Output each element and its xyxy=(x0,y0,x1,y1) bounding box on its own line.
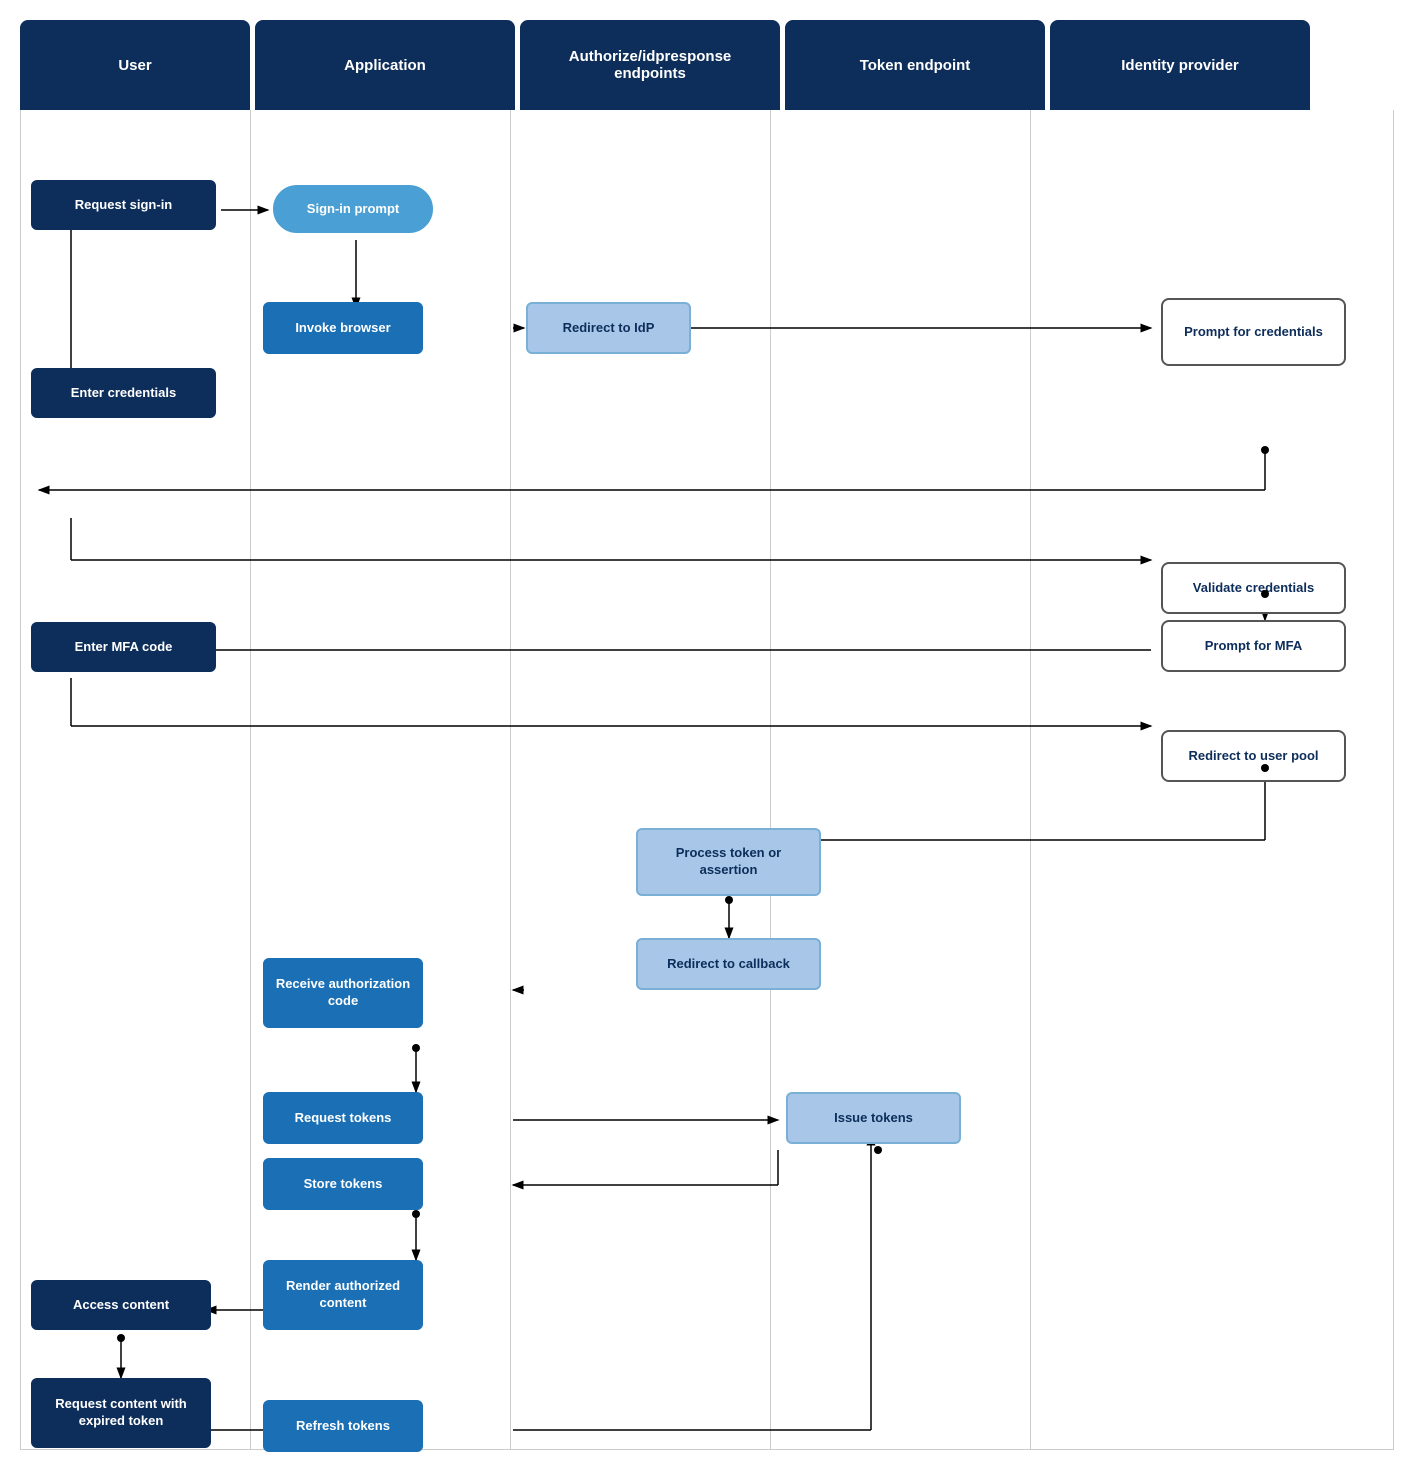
access-content-box: Access content xyxy=(31,1280,211,1330)
request-signin-box: Request sign-in xyxy=(31,180,216,230)
signin-prompt-box: Sign-in prompt xyxy=(273,185,433,233)
store-tokens-box: Store tokens xyxy=(263,1158,423,1210)
request-expired-box: Request content with expired token xyxy=(31,1378,211,1448)
prompt-mfa-box: Prompt for MFA xyxy=(1161,620,1346,672)
column-headers: User Application Authorize/idpresponse e… xyxy=(20,20,1394,110)
dot-validate-cred xyxy=(1261,590,1269,598)
dot-process-token xyxy=(725,896,733,904)
dot-prompt-cred xyxy=(1261,446,1269,454)
enter-credentials-box: Enter credentials xyxy=(31,368,216,418)
lane-token xyxy=(771,110,1031,1449)
issue-tokens-box: Issue tokens xyxy=(786,1092,961,1144)
receive-auth-code-box: Receive authorization code xyxy=(263,958,423,1028)
redirect-callback-box: Redirect to callback xyxy=(636,938,821,990)
dot-redirect-pool xyxy=(1261,764,1269,772)
render-authorized-box: Render authorized content xyxy=(263,1260,423,1330)
lane-user xyxy=(21,110,251,1449)
diagram-body: Request sign-in Enter credentials Enter … xyxy=(20,110,1394,1450)
diagram-wrapper: User Application Authorize/idpresponse e… xyxy=(0,0,1414,1470)
redirect-idp-box: Redirect to IdP xyxy=(526,302,691,354)
header-user: User xyxy=(20,20,250,110)
process-token-box: Process token or assertion xyxy=(636,828,821,896)
dot-receive-auth xyxy=(412,1044,420,1052)
refresh-tokens-box: Refresh tokens xyxy=(263,1400,423,1452)
invoke-browser-box: Invoke browser xyxy=(263,302,423,354)
dot-store-tokens xyxy=(412,1210,420,1218)
redirect-user-pool-box: Redirect to user pool xyxy=(1161,730,1346,782)
header-idp: Identity provider xyxy=(1050,20,1310,110)
header-token: Token endpoint xyxy=(785,20,1045,110)
header-auth: Authorize/idpresponse endpoints xyxy=(520,20,780,110)
header-app: Application xyxy=(255,20,515,110)
request-tokens-box: Request tokens xyxy=(263,1092,423,1144)
enter-mfa-box: Enter MFA code xyxy=(31,622,216,672)
dot-issue-tokens xyxy=(874,1146,882,1154)
validate-credentials-box: Validate credentials xyxy=(1161,562,1346,614)
dot-access-content xyxy=(117,1334,125,1342)
prompt-credentials-box: Prompt for credentials xyxy=(1161,298,1346,366)
